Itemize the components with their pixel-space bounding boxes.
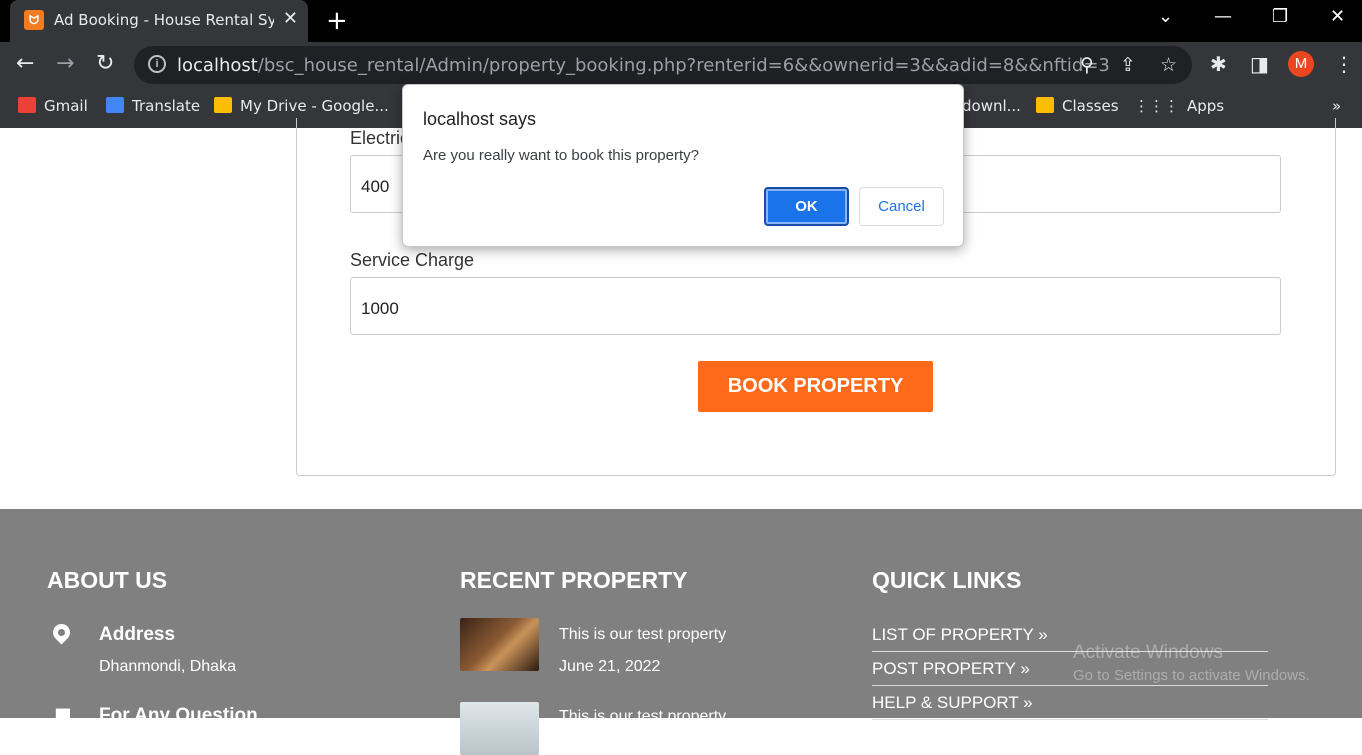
location-pin-icon (49, 620, 74, 645)
recent-property-heading: RECENT PROPERTY (460, 567, 688, 593)
profile-avatar[interactable]: M (1288, 51, 1314, 77)
site-info-icon[interactable]: i (148, 55, 166, 73)
bookmark-apps[interactable]: ⋮⋮⋮ Apps (1134, 97, 1224, 115)
book-property-button[interactable]: BOOK PROPERTY (698, 361, 933, 412)
about-us-heading: ABOUT US (47, 567, 168, 593)
recent-property-title[interactable]: This is our test property (559, 708, 726, 726)
bookmark-classes[interactable]: Classes (1036, 97, 1119, 115)
url-text[interactable]: localhost/bsc_house_rental/Admin/propert… (177, 55, 1110, 76)
activate-windows-subtitle: Go to Settings to activate Windows. (1073, 667, 1310, 684)
window-close-icon[interactable]: ✕ (1330, 6, 1345, 27)
browser-toolbar: ← → ↻ i localhost/bsc_house_rental/Admin… (0, 42, 1362, 88)
address-label: Address (99, 624, 176, 645)
electricity-label: Electric (350, 128, 410, 148)
question-label: For Any Question (99, 705, 258, 726)
browser-tab[interactable]: ᗢ Ad Booking - House Rental System ✕ (10, 0, 308, 42)
recent-property-thumbnail[interactable] (460, 702, 539, 755)
recent-property-title[interactable]: This is our test property (559, 626, 726, 644)
bookmark-gmail[interactable]: Gmail (18, 97, 88, 115)
quick-link-help-support[interactable]: HELP & SUPPORT » (872, 693, 1268, 720)
side-panel-icon[interactable]: ◨ (1250, 52, 1269, 76)
menu-icon[interactable]: ⋮ (1334, 52, 1354, 76)
forward-icon[interactable]: → (56, 51, 74, 76)
dialog-title: localhost says (423, 109, 537, 129)
xampp-favicon-icon: ᗢ (24, 10, 44, 30)
printer-icon: ▆ (56, 704, 70, 724)
tab-title: Ad Booking - House Rental System (54, 11, 274, 29)
dialog-message: Are you really want to book this propert… (423, 147, 699, 164)
new-tab-button[interactable]: + (326, 6, 348, 36)
service-charge-input[interactable]: 1000 (350, 277, 1281, 335)
reload-icon[interactable]: ↻ (96, 51, 114, 76)
more-bookmarks-icon[interactable]: » (1332, 97, 1341, 115)
apps-grid-icon: ⋮⋮⋮ (1134, 97, 1179, 115)
tab-search-icon[interactable]: ⌄ (1158, 6, 1173, 27)
ok-button[interactable]: OK (764, 187, 849, 226)
address-value: Dhanmondi, Dhaka (99, 658, 236, 675)
classes-icon (1036, 97, 1054, 113)
service-charge-label: Service Charge (350, 250, 475, 270)
gmail-icon (18, 97, 36, 113)
back-icon[interactable]: ← (16, 51, 34, 76)
tab-strip: ᗢ Ad Booking - House Rental System ✕ + ⌄… (0, 0, 1362, 42)
close-tab-icon[interactable]: ✕ (283, 8, 298, 29)
quick-links-heading: QUICK LINKS (872, 567, 1022, 593)
url-host: localhost (177, 55, 258, 76)
recent-property-thumbnail[interactable] (460, 618, 539, 671)
translate-icon (106, 97, 124, 113)
activate-windows-title: Activate Windows (1073, 642, 1223, 663)
recent-property-date: June 21, 2022 (559, 658, 661, 675)
bookmark-drive[interactable]: My Drive - Google... (214, 97, 389, 115)
address-bar[interactable]: i localhost/bsc_house_rental/Admin/prope… (134, 46, 1192, 84)
cancel-button[interactable]: Cancel (859, 187, 944, 226)
share-icon[interactable]: ⇪ (1120, 54, 1136, 76)
alert-dialog: localhost says Are you really want to bo… (402, 84, 964, 247)
minimize-icon[interactable]: — (1214, 6, 1232, 27)
bookmark-translate[interactable]: Translate (106, 97, 200, 115)
footer: ABOUT US Address Dhanmondi, Dhaka ▆ For … (0, 509, 1362, 755)
zoom-icon[interactable]: ⚲ (1080, 54, 1094, 76)
extensions-icon[interactable]: ✱ (1210, 52, 1227, 76)
bookmark-downloads[interactable]: downl... (962, 97, 1021, 115)
url-path: /bsc_house_rental/Admin/property_booking… (257, 55, 1110, 76)
restore-icon[interactable]: ❐ (1272, 6, 1288, 27)
bookmark-star-icon[interactable]: ☆ (1160, 54, 1177, 76)
drive-icon (214, 97, 232, 113)
